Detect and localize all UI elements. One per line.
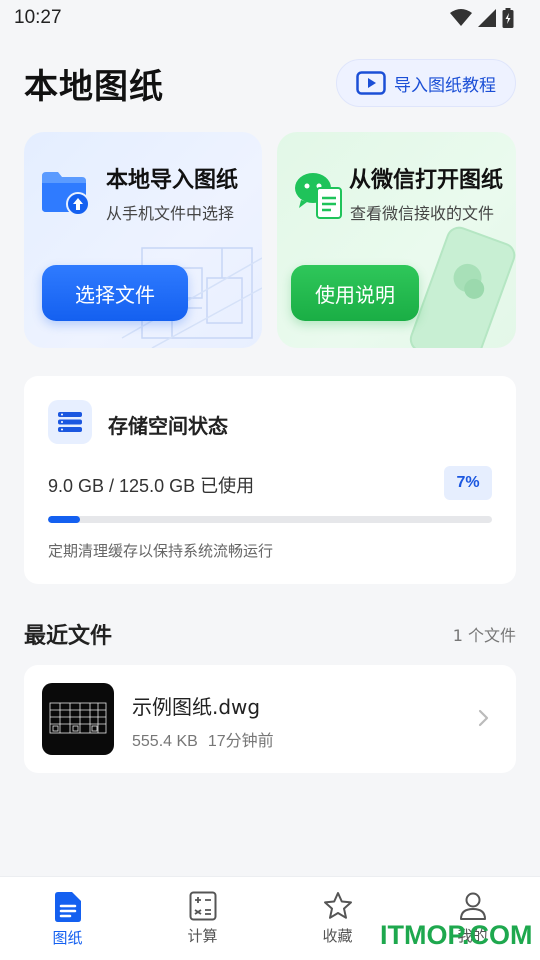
file-thumbnail (42, 683, 114, 755)
list-item[interactable]: 示例图纸.dwg 555.4 KB 17分钟前 (24, 665, 516, 773)
usage-guide-button[interactable]: 使用说明 (291, 265, 419, 321)
storage-progress-bar (48, 516, 492, 523)
wifi-icon (450, 9, 472, 26)
import-card-title: 本地导入图纸 (106, 168, 239, 193)
status-bar: 10:27 (0, 0, 540, 36)
wechat-card-title: 从微信打开图纸 (349, 168, 504, 193)
file-name: 示例图纸.dwg (132, 695, 261, 719)
header: 本地图纸 导入图纸教程 (24, 58, 516, 108)
page-title: 本地图纸 (24, 66, 164, 107)
nav-label-favorites: 收藏 (322, 927, 353, 945)
storage-status-card: 存储空间状态 9.0 GB / 125.0 GB 已使用 7% 定期清理缓存以保… (24, 376, 516, 584)
storage-tip: 定期清理缓存以保持系统流畅运行 (48, 542, 274, 560)
folder-upload-icon (42, 172, 90, 216)
status-time: 10:27 (14, 7, 62, 28)
storage-list-icon (58, 412, 82, 432)
chevron-right-icon (478, 709, 489, 727)
status-icons (450, 8, 514, 28)
wechat-card-subtitle: 查看微信接收的文件 (350, 204, 495, 223)
storage-progress-fill (48, 516, 80, 523)
star-icon (323, 892, 352, 919)
file-meta: 555.4 KB 17分钟前 (132, 727, 274, 751)
watermark: ITMOP.COM (380, 920, 533, 950)
document-icon (54, 892, 81, 922)
storage-icon-container (48, 400, 92, 444)
tutorial-button[interactable]: 导入图纸教程 (336, 59, 516, 107)
nav-item-calculate[interactable]: 计算 (135, 877, 270, 960)
person-icon (459, 892, 486, 920)
battery-icon (502, 8, 514, 28)
signal-icon (478, 9, 496, 27)
file-size: 555.4 KB (132, 733, 198, 750)
nav-label-calculate: 计算 (187, 927, 218, 945)
play-video-icon (356, 71, 386, 95)
select-file-button[interactable]: 选择文件 (42, 265, 188, 321)
nav-item-drawings[interactable]: 图纸 (0, 877, 135, 960)
tutorial-label: 导入图纸教程 (394, 75, 496, 96)
recent-files-title: 最近文件 (24, 624, 113, 649)
storage-title: 存储空间状态 (108, 414, 228, 438)
drawing-thumbnail-icon (49, 702, 107, 734)
wechat-file-icon (295, 173, 342, 219)
import-card-subtitle: 从手机文件中选择 (106, 204, 235, 223)
recent-files-header: 最近文件 1 个文件 (24, 618, 516, 650)
file-time: 17分钟前 (207, 733, 274, 750)
calculator-icon (189, 891, 216, 921)
nav-label-drawings: 图纸 (52, 929, 83, 947)
wechat-open-card[interactable]: 从微信打开图纸 查看微信接收的文件 使用说明 (277, 132, 516, 348)
storage-usage-text: 9.0 GB / 125.0 GB 已使用 (48, 476, 255, 496)
local-import-card[interactable]: 本地导入图纸 从手机文件中选择 选择文件 (24, 132, 262, 348)
storage-percent-badge: 7% (444, 466, 492, 500)
recent-files-count: 1 个文件 (452, 626, 516, 645)
